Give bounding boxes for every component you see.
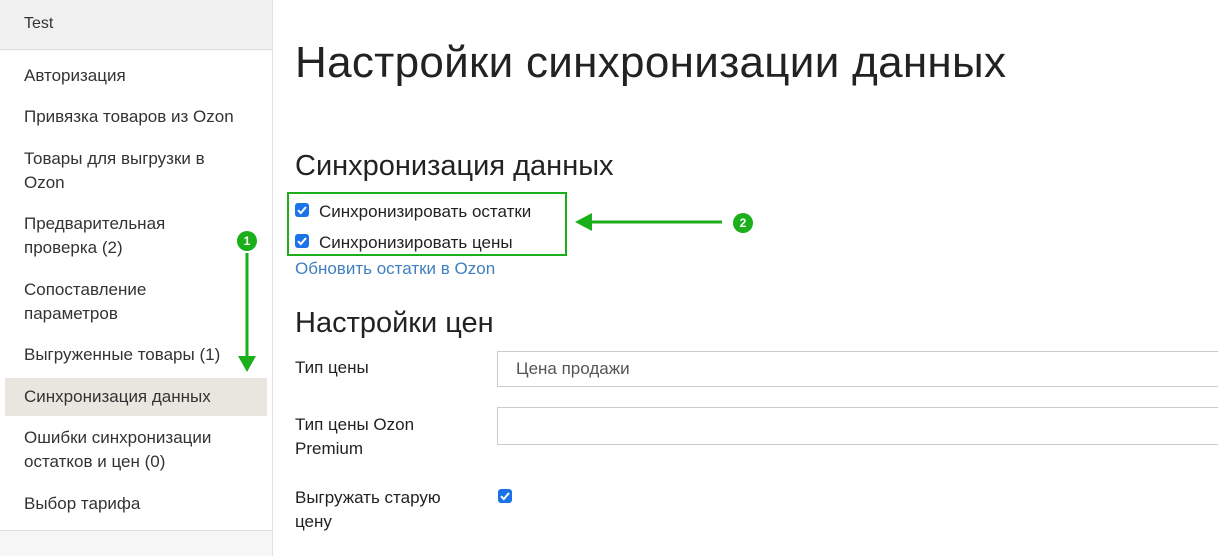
annotation-arrow-left-icon [575,213,722,231]
annotation-arrow-down-icon [238,253,256,372]
annotation-arrows [238,213,722,372]
